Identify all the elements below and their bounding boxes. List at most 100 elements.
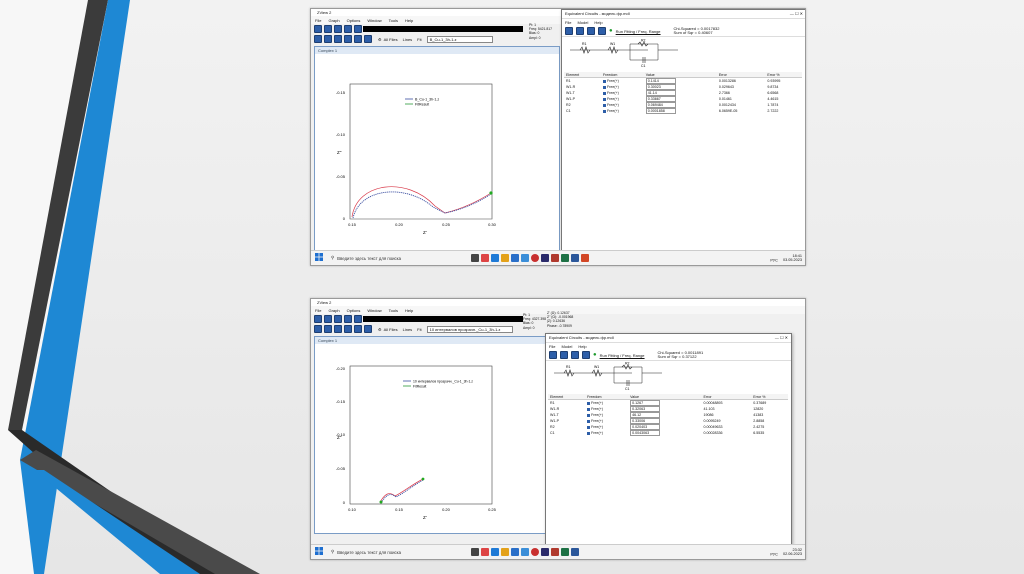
complex-plot-window[interactable]: Complex 1 -0.15 -0.10 -0.05 0 0.15 0.20 … (314, 46, 560, 252)
mail-icon[interactable] (511, 548, 519, 556)
menu-window[interactable]: Window (367, 308, 381, 313)
zview-icon[interactable] (541, 548, 549, 556)
store-icon[interactable] (521, 254, 529, 262)
yandex-icon[interactable] (531, 254, 539, 262)
graph-button[interactable] (354, 315, 362, 323)
all-files-checkbox[interactable]: All Files (384, 37, 398, 42)
freedom-select[interactable]: Free(+) (607, 85, 619, 89)
menu-tools[interactable]: Tools (389, 308, 398, 313)
explorer-icon[interactable] (501, 548, 509, 556)
command-bar[interactable] (363, 26, 523, 32)
zoom-button[interactable] (314, 325, 322, 333)
menu-help[interactable]: Help (405, 18, 413, 23)
explorer-icon[interactable] (501, 254, 509, 262)
window-controls[interactable]: — ☐ ✕ (790, 10, 803, 18)
data-button[interactable] (344, 35, 352, 43)
app-icon[interactable] (481, 548, 489, 556)
fit-button[interactable] (324, 35, 332, 43)
save-button[interactable] (324, 25, 332, 33)
tray-language[interactable]: РУС (770, 258, 778, 262)
print-button[interactable] (334, 25, 342, 33)
table-row[interactable]: C1 Free(+) 0.0001858 6.0659E-05 2.7222 (564, 108, 802, 114)
eq-open-button[interactable] (549, 351, 557, 359)
menu-window[interactable]: Window (367, 18, 381, 23)
zoom-button[interactable] (314, 35, 322, 43)
task-view-icon[interactable] (471, 548, 479, 556)
freedom-select[interactable]: Free(+) (591, 413, 603, 417)
eq-menu-model[interactable]: Model (577, 19, 588, 26)
menu-options[interactable]: Options (347, 18, 361, 23)
eq-save-button[interactable] (576, 27, 584, 35)
eq-print-button[interactable] (582, 351, 590, 359)
value-input[interactable]: 0.0001858 (645, 108, 676, 114)
freedom-select[interactable]: Free(+) (607, 97, 619, 101)
freedom-select[interactable]: Free(+) (607, 91, 619, 95)
menu-help[interactable]: Help (405, 308, 413, 313)
equivalent-circuits-window[interactable]: Equivalent Circuits - модель фр.mdl — ☐ … (561, 9, 805, 251)
pdf-icon[interactable] (551, 548, 559, 556)
export-button[interactable] (364, 325, 372, 333)
edge-icon[interactable] (491, 254, 499, 262)
run-fitting-button[interactable]: Run Fitting / Freq. Range (616, 29, 661, 34)
axis-button[interactable] (334, 35, 342, 43)
freedom-select[interactable]: Free(+) (591, 401, 603, 405)
eq-new-button[interactable] (571, 351, 579, 359)
menu-graph[interactable]: Graph (328, 308, 339, 313)
eq-menu-model[interactable]: Model (561, 343, 572, 350)
file-combo[interactable]: B_Cu-1_3h-1.z (426, 35, 493, 43)
freedom-select[interactable]: Free(+) (607, 109, 619, 113)
menu-tools[interactable]: Tools (389, 18, 398, 23)
value-input[interactable]: 0.0043063 (630, 430, 661, 436)
freedom-select[interactable]: Free(+) (591, 431, 603, 435)
excel-icon[interactable] (561, 548, 569, 556)
freedom-select[interactable]: Free(+) (591, 407, 603, 411)
save-button[interactable] (324, 315, 332, 323)
fit-button[interactable] (324, 325, 332, 333)
eq-menu-file[interactable]: File (565, 19, 571, 26)
export-button[interactable] (364, 35, 372, 43)
app-icon[interactable] (481, 254, 489, 262)
table-row[interactable]: C1 Free(+) 0.0043063 0.00028336 6.5535 (548, 430, 788, 436)
lines-checkbox[interactable]: Lines (403, 37, 413, 42)
edge-icon[interactable] (491, 548, 499, 556)
freedom-select[interactable]: Free(+) (607, 103, 619, 107)
eq-menu-file[interactable]: File (549, 343, 555, 350)
mail-icon[interactable] (511, 254, 519, 262)
model-button[interactable] (354, 35, 362, 43)
axis-button[interactable] (334, 325, 342, 333)
equivalent-circuits-window[interactable]: Equivalent Circuits - модель фр.mdl — ☐ … (545, 333, 792, 545)
eq-menu-help[interactable]: Help (578, 343, 586, 350)
taskbar-search-box[interactable]: ⚲ Введите здесь текст для поиска (331, 253, 463, 263)
data-button[interactable] (344, 325, 352, 333)
eq-new-button[interactable] (587, 27, 595, 35)
complex-plot-window[interactable]: Complex 1 -0.20 -0.15 -0.10 -0.05 0 0.10… (314, 336, 560, 534)
store-icon[interactable] (521, 548, 529, 556)
menu-options[interactable]: Options (347, 308, 361, 313)
menu-file[interactable]: File (315, 308, 321, 313)
open-button[interactable] (314, 25, 322, 33)
model-button[interactable] (354, 325, 362, 333)
fit-checkbox[interactable]: Fit (417, 37, 421, 42)
print-button[interactable] (334, 315, 342, 323)
yandex-icon[interactable] (531, 548, 539, 556)
copy-button[interactable] (344, 25, 352, 33)
graph-button[interactable] (354, 25, 362, 33)
word-icon[interactable] (571, 254, 579, 262)
taskbar-search-box[interactable]: ⚲ Введите здесь текст для поиска (331, 547, 463, 557)
windows-start-icon[interactable] (315, 547, 325, 557)
copy-button[interactable] (344, 315, 352, 323)
eq-menu-help[interactable]: Help (594, 19, 602, 26)
file-combo[interactable]: 10 интервалов прозрачн._Cu-1_3h-1.z (426, 325, 513, 333)
run-fitting-button[interactable]: Run Fitting / Freq. Range (600, 353, 645, 358)
zview-icon[interactable] (541, 254, 549, 262)
menu-graph[interactable]: Graph (328, 18, 339, 23)
lines-checkbox[interactable]: Lines (403, 327, 413, 332)
menu-file[interactable]: File (315, 18, 321, 23)
window-controls[interactable]: — ☐ ✕ (775, 334, 788, 342)
freedom-select[interactable]: Free(+) (607, 79, 619, 83)
word-icon[interactable] (571, 548, 579, 556)
pdf-icon[interactable] (551, 254, 559, 262)
windows-start-icon[interactable] (315, 253, 325, 263)
eq-save-button[interactable] (560, 351, 568, 359)
eq-print-button[interactable] (598, 27, 606, 35)
